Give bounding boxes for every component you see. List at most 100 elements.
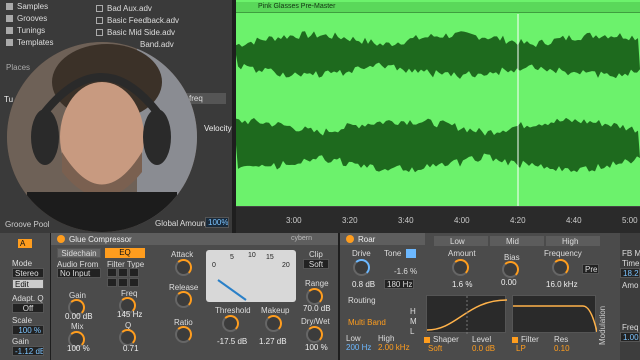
attack-label: Attack — [171, 250, 194, 259]
time-label: Time — [622, 259, 640, 268]
audio-effect-rack: A Mode Stereo Edit Adapt. Q Off Scale 10… — [0, 233, 50, 360]
ruler-tick: 4:00 — [454, 216, 470, 225]
res-label: Res — [554, 335, 569, 344]
device-on-icon[interactable] — [346, 235, 354, 243]
filter-shape-icon[interactable] — [107, 268, 117, 277]
browser-file[interactable]: Bad Aux.adv — [96, 4, 152, 15]
freq-value-partial[interactable]: 1.00 — [620, 332, 640, 342]
filter-curve — [512, 295, 598, 333]
tone-label: Tone — [384, 249, 402, 258]
curve-graph — [426, 296, 508, 334]
filter-label: Filter — [521, 335, 539, 344]
tone-link-icon[interactable] — [406, 249, 416, 258]
audio-clip[interactable] — [236, 0, 640, 206]
filter-shape-icon[interactable] — [129, 268, 139, 277]
filter-type-buttons[interactable] — [107, 268, 151, 288]
glue-header[interactable]: Glue Compressor cybern — [51, 233, 338, 245]
range-knob[interactable] — [306, 288, 323, 305]
gain-value: 0.00 dB — [65, 312, 93, 321]
global-amount-value[interactable]: 100% — [205, 217, 229, 228]
high-label: High — [378, 334, 395, 343]
ruler-tick: 5:00 — [622, 216, 638, 225]
browser-file[interactable]: Basic Mid Side.adv — [96, 28, 175, 39]
time-value[interactable]: 18.2 — [620, 268, 640, 278]
dry-wet-label: Dry/Wet — [301, 317, 330, 326]
browser-category-templates[interactable]: Templates — [6, 38, 53, 49]
gain-value[interactable]: -1.12 dB — [12, 346, 44, 356]
browser-file[interactable]: Basic Feedback.adv — [96, 16, 179, 27]
routing-select[interactable]: Multi Band — [348, 318, 386, 327]
ruler-tick: 4:20 — [510, 216, 526, 225]
soft-clip-toggle[interactable]: Soft — [303, 259, 329, 269]
frequency-knob[interactable] — [552, 259, 569, 276]
edit-button[interactable]: Edit — [12, 279, 44, 289]
band-m-label: M — [410, 317, 417, 326]
a-button[interactable]: A — [18, 239, 32, 248]
shaper-on-icon[interactable] — [424, 337, 430, 343]
res-value[interactable]: 0.10 — [554, 344, 570, 353]
drive-knob[interactable] — [353, 259, 370, 276]
filter-shape-icon[interactable] — [129, 278, 139, 287]
ruler-tick: 4:40 — [566, 216, 582, 225]
filter-shape-icon[interactable] — [118, 278, 128, 287]
bias-knob[interactable] — [502, 261, 519, 278]
shaper-select[interactable]: Soft — [428, 344, 442, 353]
shaper-curve — [426, 295, 508, 334]
band-tab-high[interactable]: High — [546, 236, 600, 246]
filter-shape-icon[interactable] — [107, 278, 117, 287]
file-icon — [96, 5, 103, 13]
range-label: Range — [305, 279, 329, 288]
makeup-knob[interactable] — [265, 315, 282, 332]
tone-freq[interactable]: 180 Hz — [384, 279, 414, 289]
browser-category-samples[interactable]: Samples — [6, 2, 48, 13]
filter-select[interactable]: LP — [516, 344, 526, 353]
filter-graph — [513, 305, 598, 333]
low-value[interactable]: 200 Hz — [346, 343, 371, 352]
dry-wet-value: 100 % — [305, 343, 328, 352]
audio-from-select[interactable]: No Input — [57, 268, 101, 278]
time-ruler[interactable]: 3:00 3:20 3:40 4:00 4:20 4:40 5:00 — [236, 206, 640, 233]
filter-shape-icon[interactable] — [118, 268, 128, 277]
ratio-knob[interactable] — [175, 326, 192, 343]
drive-value: 0.8 dB — [352, 280, 376, 289]
high-value[interactable]: 2.00 kHz — [378, 343, 410, 352]
sidechain-toggle[interactable]: Sidechain — [57, 248, 101, 258]
clip-header[interactable]: Pink Glasses Pre-Master — [236, 2, 640, 13]
ruler-tick: 3:40 — [398, 216, 414, 225]
browser-file[interactable]: Band.adv — [140, 40, 174, 51]
level-value[interactable]: 0.0 dB — [472, 344, 495, 353]
mix-value: 100 % — [67, 344, 90, 353]
device-on-icon[interactable] — [57, 235, 65, 243]
gain-label: Gain — [12, 337, 29, 346]
pre-toggle[interactable]: Pre — [582, 264, 599, 274]
browser-category-tunings[interactable]: Tunings — [6, 26, 45, 37]
band-tab-low[interactable]: Low — [434, 236, 488, 246]
roar-header[interactable]: Roar — [340, 233, 425, 245]
threshold-knob[interactable] — [222, 315, 239, 332]
filter-on-icon[interactable] — [512, 337, 518, 343]
groove-icon — [6, 15, 13, 23]
device-title: Glue Compressor — [69, 235, 132, 244]
webcam-overlay — [7, 42, 197, 232]
amount-knob[interactable] — [452, 259, 469, 276]
band-tab-mid[interactable]: Mid — [490, 236, 544, 246]
file-icon — [96, 29, 103, 37]
attack-knob[interactable] — [175, 259, 192, 276]
template-icon — [6, 39, 13, 47]
adapt-q-toggle[interactable]: Off — [12, 303, 44, 313]
browser-category-grooves[interactable]: Grooves — [6, 14, 47, 25]
dry-wet-knob[interactable] — [306, 326, 323, 343]
freq-value: 145 Hz — [117, 310, 143, 319]
freq-partial-box[interactable]: freq — [186, 93, 226, 104]
presenter-video — [7, 42, 197, 232]
file-icon — [96, 17, 103, 25]
release-knob[interactable] — [175, 291, 192, 308]
scale-value[interactable]: 100 % — [12, 325, 44, 335]
frequency-label: Frequency — [544, 249, 582, 258]
ruler-tick: 3:20 — [342, 216, 358, 225]
band-h-label: H — [410, 307, 416, 316]
eq-toggle[interactable]: EQ — [105, 248, 145, 258]
mode-select[interactable]: Stereo — [12, 268, 44, 278]
bias-value: 0.00 — [501, 278, 517, 287]
velocity-label: Velocity — [204, 124, 232, 133]
